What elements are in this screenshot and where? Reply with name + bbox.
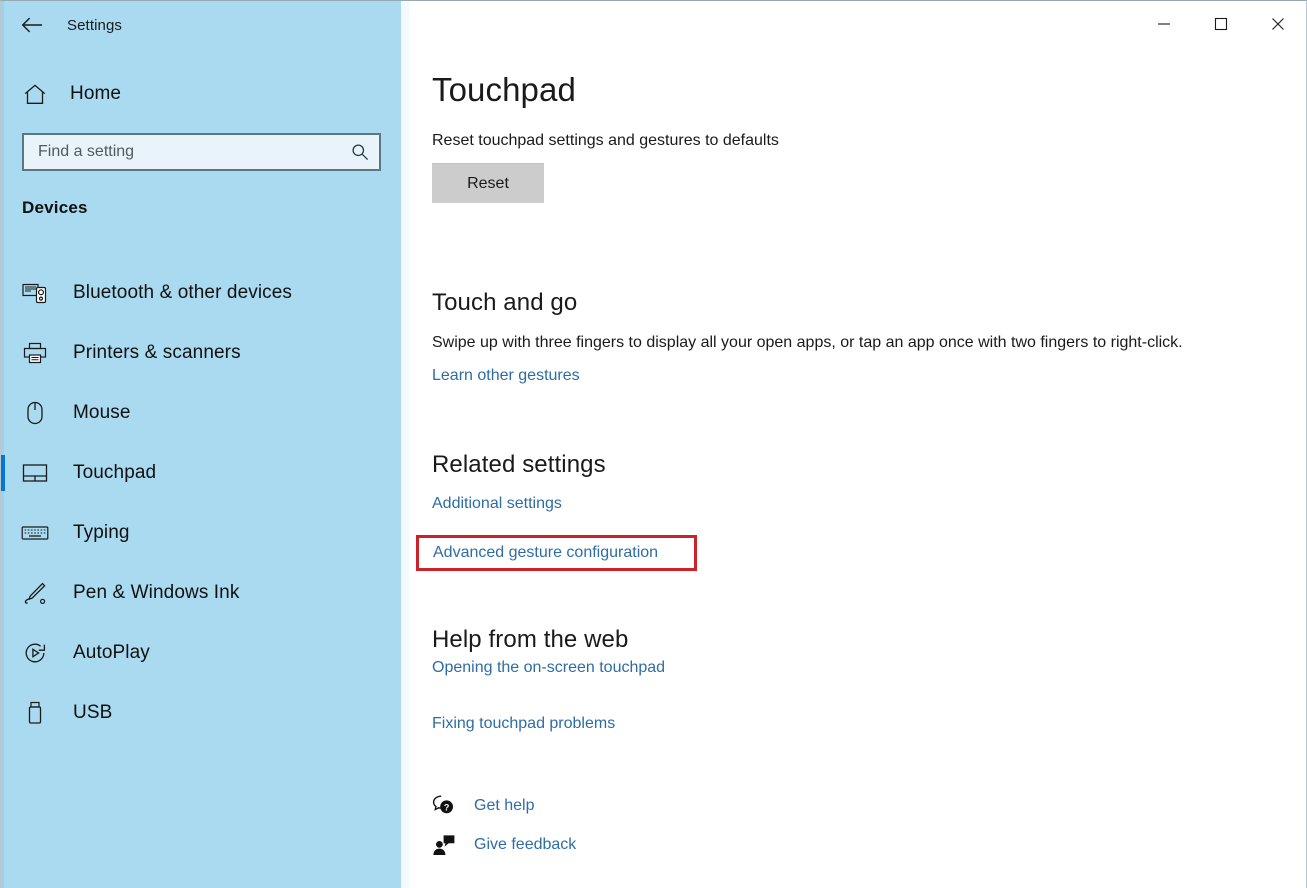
- selection-indicator: [1, 335, 5, 371]
- selection-indicator: [1, 395, 5, 431]
- search-input[interactable]: [24, 135, 341, 169]
- sidebar-titlebar: Settings: [1, 1, 401, 49]
- sidebar-item-label: AutoPlay: [73, 642, 150, 663]
- give-feedback-label: Give feedback: [474, 836, 577, 853]
- keyboard-icon: [19, 524, 51, 542]
- sidebar-item-mouse[interactable]: Mouse: [1, 383, 401, 443]
- sidebar-item-autoplay[interactable]: AutoPlay: [1, 623, 401, 683]
- app-title: Settings: [67, 16, 122, 34]
- maximize-button[interactable]: [1192, 1, 1249, 47]
- selection-indicator: [1, 515, 5, 551]
- link-additional-settings[interactable]: Additional settings: [432, 495, 562, 513]
- sidebar-item-label: Mouse: [73, 402, 131, 423]
- give-feedback-link[interactable]: Give feedback: [432, 834, 576, 856]
- bluetooth-devices-icon: [19, 282, 51, 304]
- touch-and-go-description: Swipe up with three fingers to display a…: [432, 334, 1183, 351]
- selection-indicator: [1, 575, 5, 611]
- sidebar-item-label: Typing: [73, 522, 130, 543]
- get-help-icon: ?: [432, 795, 462, 817]
- selection-indicator: [1, 455, 5, 491]
- selection-indicator: [1, 635, 5, 671]
- section-heading-help-from-the-web: Help from the web: [432, 626, 629, 653]
- sidebar-item-touchpad[interactable]: Touchpad: [1, 443, 401, 503]
- reset-button[interactable]: Reset: [432, 163, 544, 203]
- home-icon: [15, 84, 55, 105]
- mouse-icon: [19, 401, 51, 425]
- sidebar-item-home[interactable]: Home: [1, 73, 401, 115]
- touchpad-icon: [19, 463, 51, 483]
- sidebar-item-label: Pen & Windows Ink: [73, 582, 240, 603]
- sidebar-item-label: Touchpad: [73, 462, 157, 483]
- link-learn-other-gestures[interactable]: Learn other gestures: [432, 367, 580, 385]
- sidebar-nav-list: Bluetooth & other devices Printers & sca…: [1, 263, 401, 743]
- close-button[interactable]: [1249, 1, 1306, 47]
- sidebar-item-home-label: Home: [70, 83, 122, 104]
- get-help-link[interactable]: ? Get help: [432, 795, 534, 817]
- sidebar-item-bluetooth-other-devices[interactable]: Bluetooth & other devices: [1, 263, 401, 323]
- autoplay-icon: [19, 641, 51, 665]
- window-controls: [1135, 1, 1306, 47]
- svg-text:?: ?: [444, 802, 450, 812]
- link-advanced-gesture-configuration[interactable]: Advanced gesture configuration: [433, 544, 658, 562]
- sidebar: Settings Home Devices: [1, 1, 401, 888]
- link-fixing-touchpad-problems[interactable]: Fixing touchpad problems: [432, 715, 615, 733]
- reset-description: Reset touchpad settings and gestures to …: [432, 132, 779, 149]
- main-panel: Touchpad Reset touchpad settings and ges…: [401, 1, 1306, 888]
- selection-indicator: [1, 275, 5, 311]
- pen-icon: [19, 581, 51, 605]
- sidebar-item-pen-windows-ink[interactable]: Pen & Windows Ink: [1, 563, 401, 623]
- sidebar-item-usb[interactable]: USB: [1, 683, 401, 743]
- search-box[interactable]: [22, 133, 381, 171]
- search-icon[interactable]: [341, 135, 379, 169]
- main-left-gutter: [401, 1, 409, 888]
- sidebar-item-label: Bluetooth & other devices: [73, 282, 293, 303]
- sidebar-item-label: Printers & scanners: [73, 342, 241, 363]
- section-heading-related-settings: Related settings: [432, 451, 606, 478]
- back-arrow-icon[interactable]: [9, 5, 55, 45]
- give-feedback-icon: [432, 834, 462, 856]
- printer-icon: [19, 342, 51, 364]
- minimize-button[interactable]: [1135, 1, 1192, 47]
- section-heading-touch-and-go: Touch and go: [432, 289, 578, 316]
- selection-indicator: [1, 695, 5, 731]
- settings-window: Settings Home Devices: [0, 0, 1307, 888]
- sidebar-item-typing[interactable]: Typing: [1, 503, 401, 563]
- page-title: Touchpad: [432, 71, 576, 108]
- sidebar-item-printers-scanners[interactable]: Printers & scanners: [1, 323, 401, 383]
- sidebar-item-label: USB: [73, 702, 113, 723]
- link-opening-on-screen-touchpad[interactable]: Opening the on-screen touchpad: [432, 659, 665, 677]
- sidebar-section-label: Devices: [22, 198, 88, 217]
- get-help-label: Get help: [474, 797, 535, 814]
- usb-icon: [19, 701, 51, 725]
